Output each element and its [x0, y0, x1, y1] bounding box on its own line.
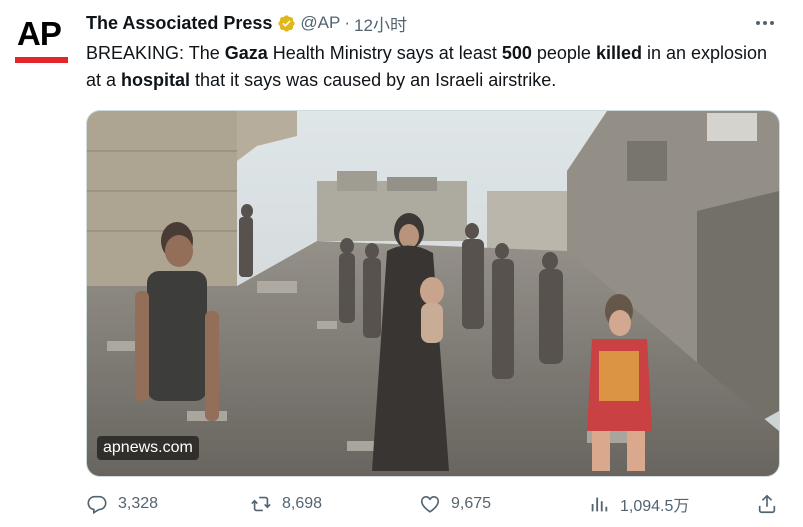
media-watermark: apnews.com — [97, 436, 199, 460]
views-button[interactable]: 1,094.5万 — [588, 490, 689, 518]
retweet-icon — [251, 496, 271, 512]
heart-icon — [420, 496, 440, 513]
more-options-icon[interactable] — [754, 13, 776, 33]
analytics-icon — [591, 497, 608, 512]
tweet-timestamp[interactable]: 12小时 — [354, 11, 407, 36]
tweet-text-part: Health Ministry says at least — [267, 43, 502, 63]
retweet-button[interactable]: 8,698 — [250, 490, 322, 518]
tweet-media-photo[interactable]: apnews.com — [86, 110, 780, 477]
tweet-text-part: BREAKING: The — [86, 43, 225, 63]
share-button[interactable] — [756, 490, 778, 518]
tweet-text-part: people — [531, 43, 596, 63]
reply-icon — [87, 495, 107, 515]
avatar-logo-bar — [15, 57, 68, 63]
retweet-count: 8,698 — [282, 495, 323, 512]
share-icon — [758, 494, 776, 514]
tweet-text-bold: hospital — [121, 70, 191, 90]
author-name[interactable]: The Associated Press — [86, 13, 272, 34]
reply-count: 3,328 — [118, 495, 159, 512]
header-separator: · — [344, 13, 351, 32]
view-count: 1,094.5万 — [620, 498, 690, 515]
avatar[interactable]: AP — [13, 13, 69, 69]
reply-button[interactable]: 3,328 — [86, 490, 158, 518]
tweet-text-part: that it says was caused by an Israeli ai… — [190, 70, 557, 90]
author-handle[interactable]: @AP — [300, 13, 340, 33]
tweet-text: BREAKING: The Gaza Health Ministry says … — [86, 40, 786, 94]
verified-badge-icon — [278, 14, 296, 32]
tweet-text-bold: 500 — [501, 43, 532, 63]
tweet-text-bold: killed — [595, 43, 642, 63]
like-button[interactable]: 9,675 — [419, 490, 491, 518]
tweet-text-bold: Gaza — [224, 43, 268, 63]
like-count: 9,675 — [451, 495, 492, 512]
avatar-logo-text: AP — [17, 15, 62, 52]
tweet-header: The Associated Press @AP · 12小时 — [86, 11, 407, 35]
tweet-actions: 3,328 8,698 9,675 1,094.5万 — [86, 490, 782, 518]
photo-scene — [87, 111, 779, 476]
